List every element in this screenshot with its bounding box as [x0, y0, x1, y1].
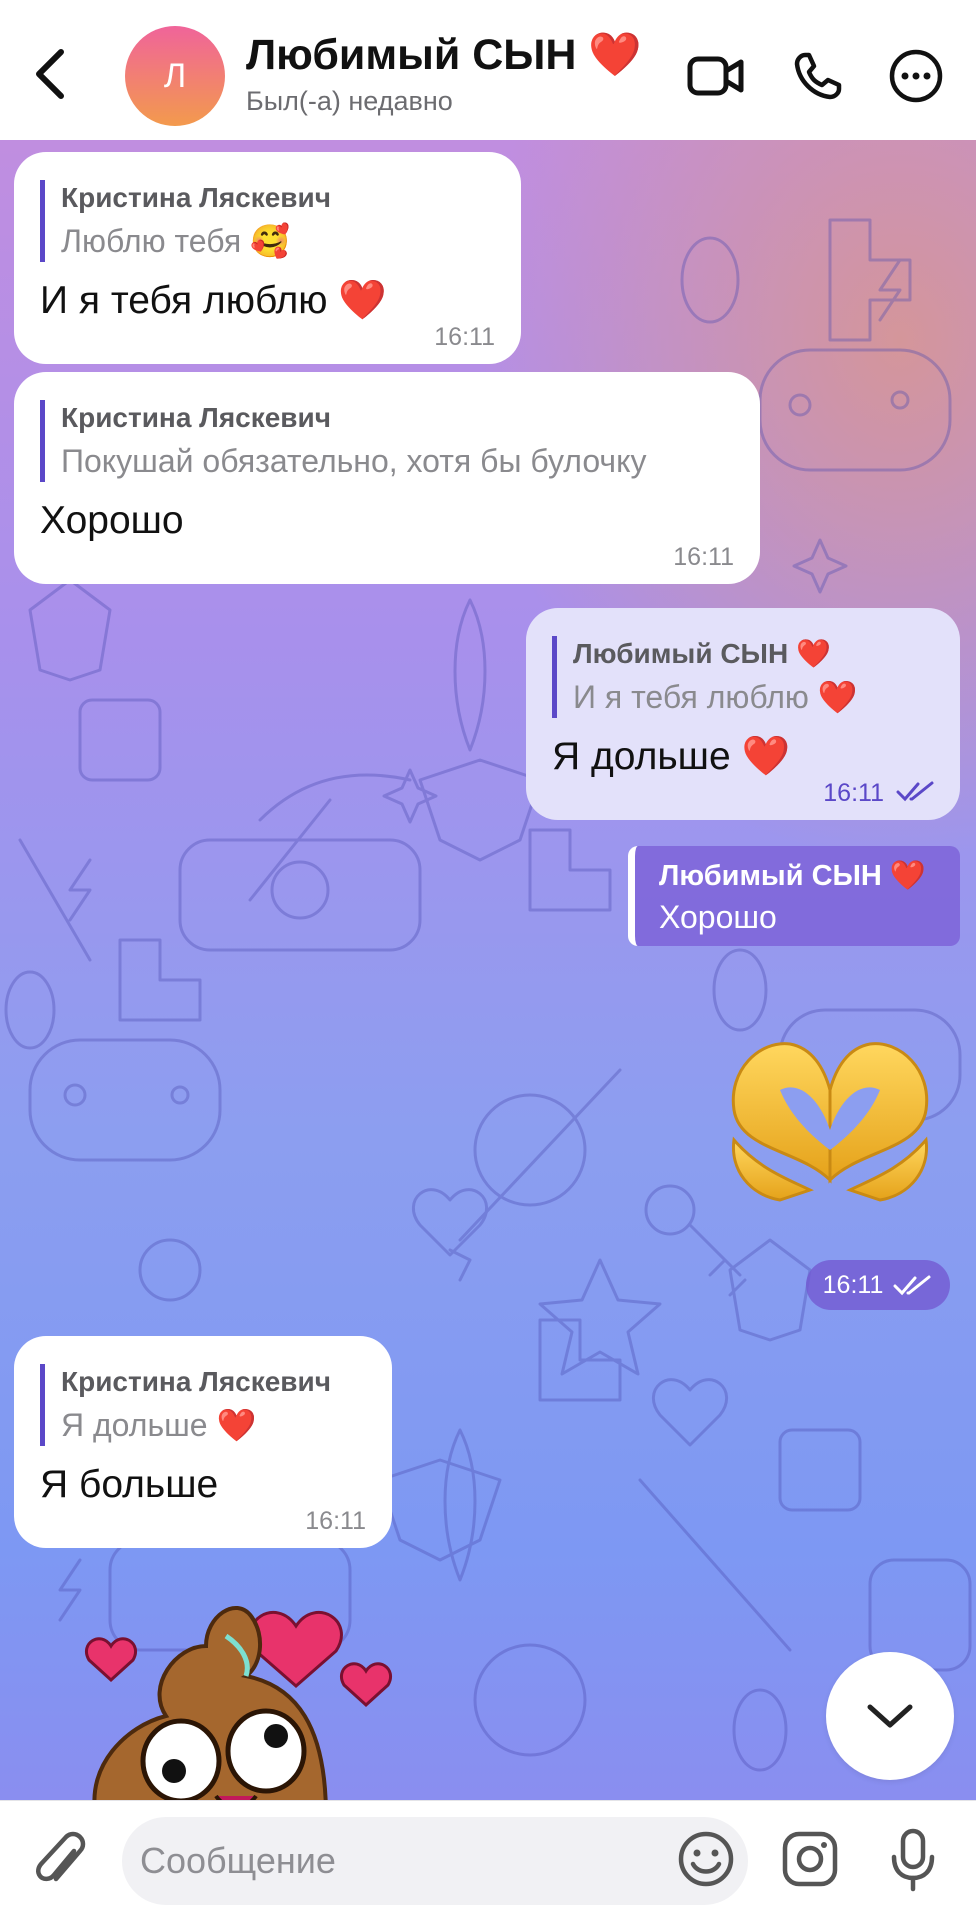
message-composer — [0, 1800, 976, 1920]
voice-call-button[interactable] — [786, 44, 850, 108]
message-text: Я больше — [40, 1463, 219, 1506]
message-bubble-incoming[interactable]: Кристина Ляскевич Люблю тебя 🥰 И я тебя … — [14, 152, 521, 364]
quote-text: Люблю тебя 🥰 — [61, 223, 290, 259]
paperclip-icon[interactable] — [34, 1831, 90, 1895]
chat-header: Л Любимый СЫН ❤️ Был(-а) недавно — [0, 0, 976, 140]
quote-text: Покушай обязательно, хотя бы булочку — [61, 443, 647, 479]
quote-author: Кристина Ляскевич — [61, 182, 331, 213]
message-bubble-incoming[interactable]: Кристина Ляскевич Я дольше ❤️ Я больше 1… — [14, 1336, 392, 1548]
message-time: 16:11 — [823, 779, 884, 807]
more-button[interactable] — [884, 44, 948, 108]
quote-text: Я дольше ❤️ — [61, 1407, 257, 1443]
message-text: И я тебя люблю ❤️ — [40, 279, 387, 322]
chip-author: Любимый СЫН ❤️ — [659, 860, 927, 892]
avatar-letter: Л — [163, 56, 187, 95]
reply-quote[interactable]: Кристина Ляскевич Я дольше ❤️ — [40, 1364, 366, 1446]
phone-icon — [794, 52, 842, 100]
chat-area[interactable]: Кристина Ляскевич Люблю тебя 🥰 И я тебя … — [0, 140, 976, 1800]
message-time: 16:11 — [434, 323, 495, 351]
quote-author: Кристина Ляскевич — [61, 1366, 331, 1397]
camera-icon[interactable] — [780, 1829, 840, 1889]
message-time: 16:11 — [673, 543, 734, 571]
chevron-down-icon — [867, 1704, 913, 1728]
quote-text: И я тебя люблю ❤️ — [573, 679, 858, 715]
quote-author: Кристина Ляскевич — [61, 402, 331, 433]
read-checkmarks-icon — [896, 781, 934, 802]
avatar[interactable]: Л — [125, 26, 225, 126]
message-text: Я дольше ❤️ — [552, 735, 791, 778]
chat-title-block[interactable]: Любимый СЫН ❤️ Был(-а) недавно — [246, 30, 642, 117]
video-call-icon — [687, 56, 744, 96]
heart-hands-emoji[interactable] — [720, 1020, 940, 1210]
reply-quote[interactable]: Любимый СЫН ❤️ И я тебя люблю ❤️ — [552, 636, 934, 718]
message-time-pill: 16:11 — [806, 1260, 950, 1310]
message-input[interactable] — [122, 1817, 748, 1905]
poop-hearts-sticker[interactable] — [76, 1576, 406, 1800]
read-checkmarks-icon — [893, 1275, 931, 1296]
back-icon — [36, 49, 64, 99]
reply-preview-chip[interactable]: Любимый СЫН ❤️ Хорошо — [628, 846, 960, 946]
scroll-to-bottom-button[interactable] — [826, 1652, 954, 1780]
last-seen-status: Был(-а) недавно — [246, 86, 453, 116]
emoji-icon[interactable] — [676, 1829, 736, 1889]
back-button[interactable] — [28, 44, 72, 104]
message-text: Хорошо — [40, 499, 184, 542]
pill-time: 16:11 — [822, 1270, 884, 1299]
reply-quote[interactable]: Кристина Ляскевич Люблю тебя 🥰 — [40, 180, 495, 262]
message-bubble-outgoing[interactable]: Любимый СЫН ❤️ И я тебя люблю ❤️ Я дольш… — [526, 608, 960, 820]
message-time: 16:11 — [305, 1507, 366, 1535]
quote-author: Любимый СЫН ❤️ — [573, 638, 831, 669]
more-icon — [889, 49, 943, 103]
video-call-button[interactable] — [684, 44, 748, 108]
microphone-icon[interactable] — [888, 1827, 938, 1893]
chat-title: Любимый СЫН ❤️ — [246, 31, 642, 79]
chip-text: Хорошо — [659, 899, 777, 935]
reply-quote[interactable]: Кристина Ляскевич Покушай обязательно, х… — [40, 400, 734, 482]
message-bubble-incoming[interactable]: Кристина Ляскевич Покушай обязательно, х… — [14, 372, 760, 584]
